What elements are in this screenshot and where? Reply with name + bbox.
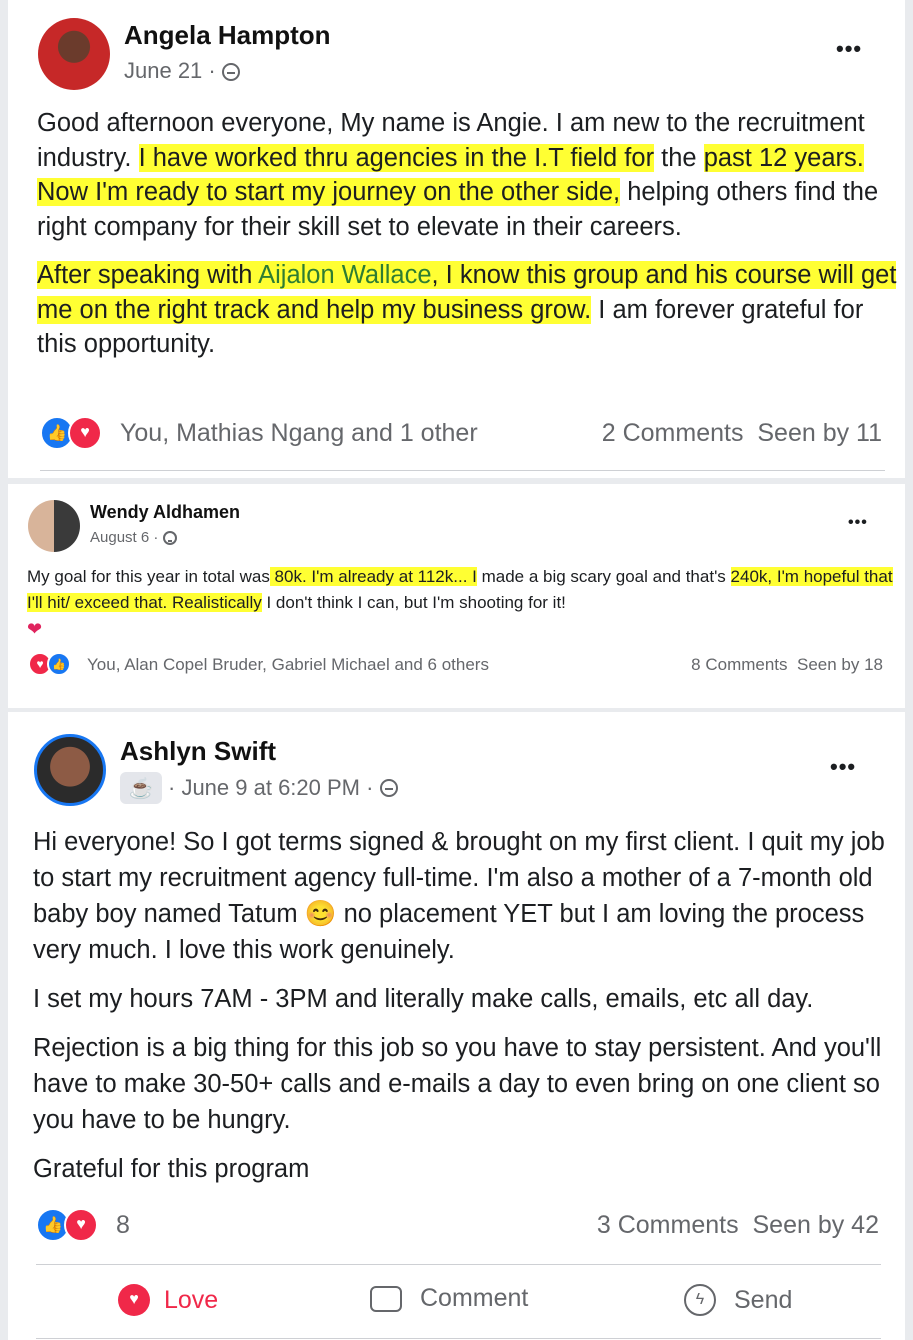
- avatar[interactable]: [28, 500, 80, 552]
- post-paragraph: Hi everyone! So I got terms signed & bro…: [33, 828, 885, 964]
- post-date[interactable]: June 21 ·: [124, 58, 216, 83]
- comments-count[interactable]: 3 Comments: [597, 1211, 739, 1239]
- comment-label: Comment: [420, 1284, 529, 1312]
- post-body: My goal for this year in total was 80k. …: [27, 564, 897, 642]
- love-icon: ♥: [118, 1284, 150, 1316]
- globe-icon: [162, 531, 177, 546]
- globe-icon: [221, 63, 240, 82]
- reactions-count[interactable]: 8: [116, 1211, 130, 1240]
- post-card-ashlyn: Ashlyn Swift ☕ · June 9 at 6:20 PM · •••…: [8, 712, 905, 1340]
- send-label: Send: [734, 1285, 793, 1314]
- post-card-angela: Angela Hampton June 21 · ••• Good aftern…: [8, 0, 905, 478]
- send-button[interactable]: ϟ Send: [684, 1284, 792, 1316]
- divider: [36, 1264, 881, 1265]
- post-paragraph: My goal for this year in total was 80k. …: [27, 567, 893, 612]
- messenger-icon: ϟ: [684, 1284, 716, 1316]
- mention-link[interactable]: Aijalon Wallace: [258, 261, 432, 289]
- post-date[interactable]: August 6 ·: [90, 529, 158, 546]
- divider: [40, 470, 885, 471]
- avatar[interactable]: [38, 18, 110, 90]
- post-body: Hi everyone! So I got terms signed & bro…: [33, 824, 893, 1187]
- post-author[interactable]: Ashlyn Swift: [120, 736, 276, 767]
- love-icon: ♥: [68, 416, 102, 450]
- post-stats: 8 Comments Seen by 18: [691, 655, 883, 675]
- reaction-icons[interactable]: 👍 ♥: [40, 416, 102, 450]
- post-author[interactable]: Angela Hampton: [124, 20, 331, 51]
- seen-by[interactable]: Seen by 18: [797, 655, 883, 674]
- coffee-cup-icon: ☕: [120, 772, 162, 804]
- comment-icon: [370, 1285, 402, 1312]
- reactions-summary[interactable]: You, Mathias Ngang and 1 other: [120, 419, 478, 448]
- heart-emoji: ❤: [27, 619, 43, 639]
- reaction-icons[interactable]: ♥ 👍: [28, 652, 71, 676]
- comments-count[interactable]: 2 Comments: [602, 419, 744, 447]
- seen-by[interactable]: Seen by 11: [757, 419, 882, 447]
- love-label: Love: [164, 1285, 219, 1314]
- more-options-icon[interactable]: •••: [848, 514, 868, 532]
- post-paragraph: After speaking with Aijalon Wallace, I k…: [37, 261, 897, 358]
- post-card-wendy: Wendy Aldhamen August 6 · ••• My goal fo…: [8, 484, 905, 708]
- reaction-icons[interactable]: 👍 ♥: [36, 1208, 98, 1242]
- love-button[interactable]: ♥ Love: [118, 1284, 218, 1316]
- avatar[interactable]: [34, 734, 106, 806]
- like-icon: 👍: [47, 652, 71, 676]
- more-options-icon[interactable]: •••: [836, 36, 862, 62]
- post-body: Good afternoon everyone, My name is Angi…: [37, 106, 897, 362]
- post-meta[interactable]: August 6 ·: [90, 529, 177, 546]
- post-paragraph: Rejection is a big thing for this job so…: [33, 1034, 882, 1134]
- reactions-summary[interactable]: You, Alan Copel Bruder, Gabriel Michael …: [87, 655, 489, 675]
- post-meta[interactable]: June 21 ·: [124, 58, 240, 84]
- divider: [36, 1338, 881, 1339]
- post-date[interactable]: · June 9 at 6:20 PM ·: [168, 775, 373, 801]
- seen-by[interactable]: Seen by 42: [753, 1211, 880, 1239]
- comments-count[interactable]: 8 Comments: [691, 655, 787, 674]
- post-paragraph: I set my hours 7AM - 3PM and literally m…: [33, 985, 814, 1013]
- post-stats: 2 Comments Seen by 11: [602, 419, 882, 448]
- post-paragraph: Grateful for this program: [33, 1155, 310, 1183]
- more-options-icon[interactable]: •••: [830, 754, 856, 780]
- post-meta[interactable]: ☕ · June 9 at 6:20 PM ·: [120, 772, 398, 804]
- post-stats: 3 Comments Seen by 42: [597, 1211, 879, 1240]
- love-icon: ♥: [64, 1208, 98, 1242]
- globe-icon: [379, 779, 398, 797]
- post-paragraph: Good afternoon everyone, My name is Angi…: [37, 109, 879, 241]
- comment-button[interactable]: Comment: [370, 1284, 528, 1313]
- post-author[interactable]: Wendy Aldhamen: [90, 502, 240, 523]
- smile-emoji: 😊: [304, 900, 337, 928]
